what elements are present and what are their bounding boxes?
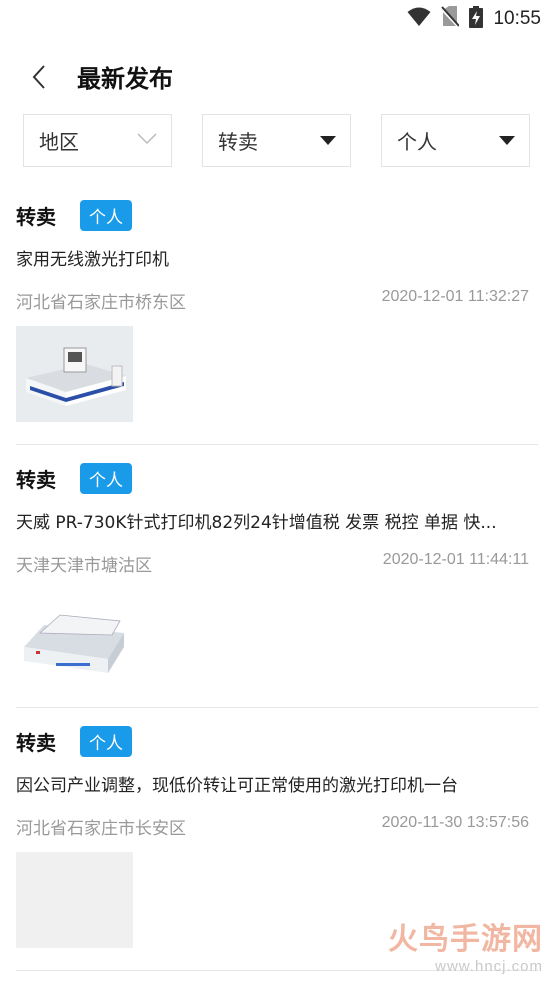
post-time: 2020-12-01 11:44:11: [382, 551, 529, 568]
caret-down-icon: [499, 136, 515, 145]
post-title: 家用无线激光打印机: [16, 250, 169, 270]
no-sim-icon: [440, 6, 461, 32]
watermark: 火鸟手游网 www.hncj.com: [388, 914, 543, 975]
post-location: 天津天津市塘沽区: [16, 556, 152, 576]
divider: [16, 444, 538, 445]
filter-seller-type-label: 个人: [397, 130, 437, 154]
filter-seller-type[interactable]: 个人: [381, 114, 530, 167]
post-thumbnail-placeholder[interactable]: [16, 852, 133, 948]
page-title: 最新发布: [77, 65, 173, 93]
post-thumbnail[interactable]: [16, 326, 133, 422]
post-type: 转卖: [16, 731, 56, 755]
watermark-text: 火鸟手游网: [388, 922, 543, 957]
post-time: 2020-12-01 11:32:27: [381, 288, 529, 305]
list-item[interactable]: 转卖 个人 天威 PR-730K针式打印机82列24针增值税 发票 税控 单据 …: [0, 463, 553, 708]
post-type: 转卖: [16, 468, 56, 492]
status-time: 10:55: [493, 8, 541, 29]
post-time: 2020-11-30 13:57:56: [381, 814, 529, 831]
watermark-url: www.hncj.com: [435, 958, 543, 975]
post-location: 河北省石家庄市长安区: [16, 819, 186, 839]
post-title: 因公司产业调整，现低价转让可正常使用的激光打印机一台: [16, 776, 458, 796]
back-button[interactable]: [22, 60, 56, 94]
caret-down-icon: [320, 136, 336, 145]
wifi-icon: [407, 7, 431, 31]
chevron-down-icon: [137, 133, 157, 145]
filter-region[interactable]: 地区: [23, 114, 172, 167]
filter-category[interactable]: 转卖: [202, 114, 351, 167]
battery-charging-icon: [469, 6, 484, 32]
post-thumbnail[interactable]: [16, 589, 133, 685]
seller-badge: 个人: [80, 726, 132, 757]
filter-category-label: 转卖: [218, 130, 258, 154]
divider: [16, 707, 538, 708]
seller-badge: 个人: [80, 200, 132, 231]
status-bar: 10:55: [0, 0, 553, 36]
chevron-left-icon: [32, 65, 45, 89]
list-item[interactable]: 转卖 个人 家用无线激光打印机 河北省石家庄市桥东区 2020-12-01 11…: [0, 200, 553, 445]
post-title: 天威 PR-730K针式打印机82列24针增值税 发票 税控 单据 快...: [16, 513, 497, 533]
seller-badge: 个人: [80, 463, 132, 494]
filter-region-label: 地区: [39, 130, 79, 154]
post-type: 转卖: [16, 205, 56, 229]
post-location: 河北省石家庄市桥东区: [16, 293, 186, 313]
filter-bar: 地区 转卖 个人: [0, 114, 553, 168]
header: 最新发布: [0, 50, 553, 102]
